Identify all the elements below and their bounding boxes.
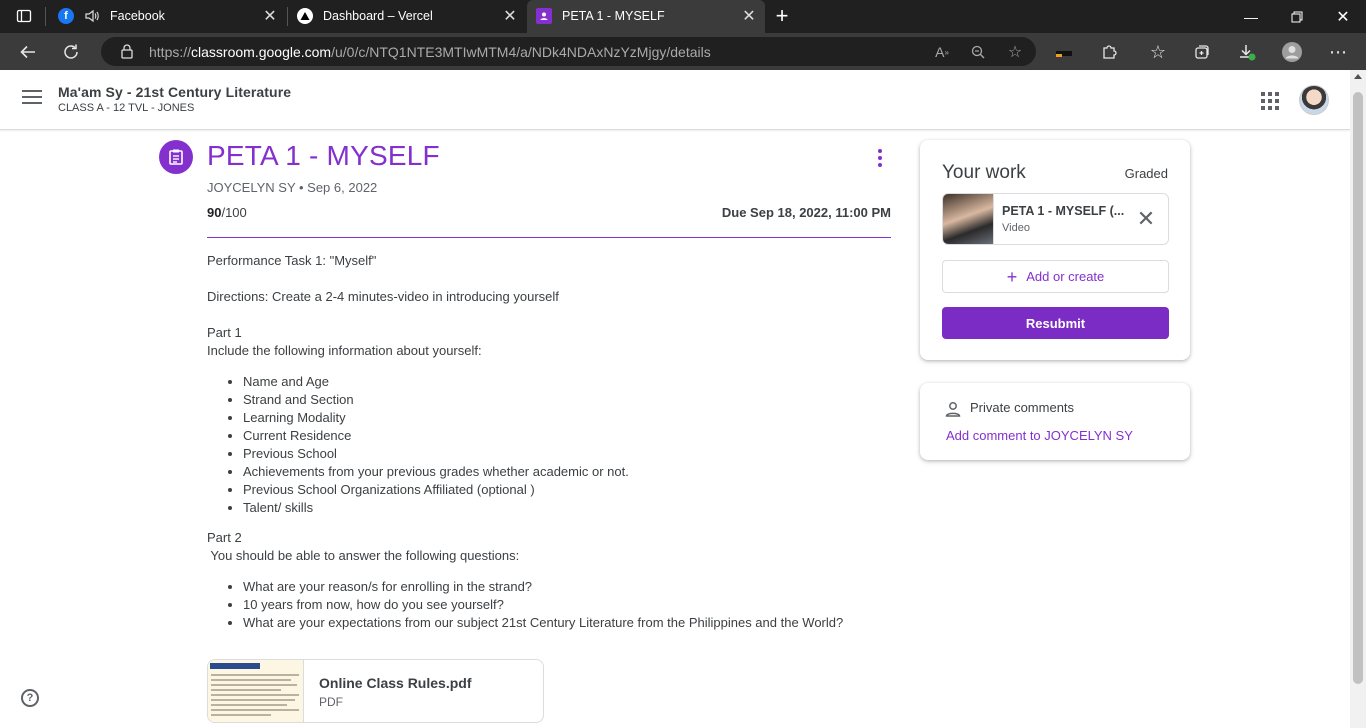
- classroom-icon: [536, 8, 552, 24]
- grade-status: Graded: [1124, 166, 1168, 181]
- address-bar[interactable]: https://classroom.google.com/u/0/c/NTQ1N…: [101, 37, 1036, 66]
- tab-title: Dashboard – Vercel: [323, 9, 433, 23]
- score-value: 90: [207, 205, 222, 220]
- extensions-puzzle-icon[interactable]: [1096, 39, 1122, 65]
- main-menu-icon[interactable]: [22, 90, 42, 110]
- plus-icon: +: [1006, 266, 1018, 287]
- list-item: What are your reason/s for enrolling in …: [243, 578, 897, 596]
- tab-vercel[interactable]: Dashboard – Vercel ✕: [288, 0, 526, 33]
- lock-icon[interactable]: [119, 43, 135, 59]
- part-intro: Include the following information about …: [207, 343, 482, 358]
- your-work-card: Your work Graded PETA 1 - MYSELF (... Vi…: [920, 140, 1190, 360]
- list-item: Previous School Organizations Affiliated…: [243, 481, 897, 499]
- zoom-icon[interactable]: [967, 41, 989, 63]
- speaker-muted-icon[interactable]: [84, 8, 100, 24]
- work-item-name: PETA 1 - MYSELF (...: [1002, 204, 1125, 218]
- collections-icon[interactable]: [1189, 39, 1215, 65]
- downloads-icon[interactable]: [1234, 39, 1260, 65]
- private-comments-card: Private comments Add comment to JOYCELYN…: [920, 383, 1190, 460]
- video-thumbnail: [943, 194, 994, 244]
- account-avatar[interactable]: [1299, 85, 1329, 115]
- tab-peta[interactable]: PETA 1 - MYSELF ✕: [527, 0, 765, 33]
- assignment-description: Performance Task 1: "Myself" Directions:…: [207, 252, 897, 644]
- url-path: /u/0/c/NTQ1NTE3MTIwMTM4/a/NDk4NDAxNzYzMj…: [331, 44, 711, 60]
- close-tab-icon[interactable]: ✕: [260, 6, 280, 26]
- score-total: /100: [221, 205, 247, 220]
- person-icon: [945, 402, 961, 417]
- scroll-up-icon[interactable]: [1354, 74, 1362, 79]
- tab-facebook[interactable]: f Facebook ✕: [50, 0, 286, 33]
- back-icon[interactable]: [15, 39, 41, 65]
- url-host: classroom.google.com: [191, 44, 332, 60]
- list-item: Achievements from your previous grades w…: [243, 463, 897, 481]
- add-favorite-icon[interactable]: ☆: [1004, 41, 1026, 63]
- new-tab-icon[interactable]: +: [769, 3, 795, 29]
- due-date: Due Sep 18, 2022, 11:00 PM: [721, 205, 891, 220]
- part-intro: You should be able to answer the followi…: [207, 548, 520, 563]
- pdf-thumbnail: [208, 660, 304, 722]
- tab-title: PETA 1 - MYSELF: [562, 9, 665, 23]
- attachment-type: PDF: [319, 695, 343, 709]
- minimize-icon[interactable]: —: [1228, 0, 1274, 33]
- part1-list: Name and Age Strand and Section Learning…: [243, 373, 897, 517]
- list-item: Name and Age: [243, 373, 897, 391]
- read-aloud-icon[interactable]: A»: [931, 41, 953, 63]
- vercel-icon: [297, 8, 313, 24]
- assignment-score: 90/100: [207, 205, 247, 220]
- assignment-meta: JOYCELYN SY • Sep 6, 2022: [207, 180, 378, 195]
- attachment-card[interactable]: Online Class Rules.pdf PDF: [207, 659, 544, 723]
- submitted-work-item[interactable]: PETA 1 - MYSELF (... Video ✕: [942, 193, 1169, 245]
- attachment-name: Online Class Rules.pdf: [319, 675, 472, 691]
- list-item: Learning Modality: [243, 409, 897, 427]
- profile-icon[interactable]: [1279, 39, 1305, 65]
- tab-title: Facebook: [110, 9, 165, 23]
- part2-list: What are your reason/s for enrolling in …: [243, 578, 897, 632]
- facebook-icon: f: [58, 8, 74, 24]
- add-or-create-label: Add or create: [1026, 269, 1105, 284]
- description-line: Directions: Create a 2-4 minutes-video i…: [207, 289, 559, 304]
- list-item: Talent/ skills: [243, 499, 897, 517]
- list-item: 10 years from now, how do you see yourse…: [243, 596, 897, 614]
- page-scrollbar[interactable]: [1350, 70, 1366, 728]
- more-options-icon[interactable]: [872, 146, 888, 170]
- settings-more-icon[interactable]: ⋯: [1325, 39, 1351, 65]
- url-scheme: https://: [149, 44, 192, 60]
- list-item: Previous School: [243, 445, 897, 463]
- course-subtitle: CLASS A - 12 TVL - JONES: [58, 102, 195, 114]
- tab-actions-icon[interactable]: [11, 3, 37, 29]
- part-title: Part 1: [207, 325, 242, 340]
- your-work-title: Your work: [942, 162, 1026, 183]
- assignment-title: PETA 1 - MYSELF: [207, 140, 440, 171]
- favorites-icon[interactable]: ☆: [1145, 39, 1171, 65]
- resubmit-button[interactable]: Resubmit: [942, 307, 1169, 339]
- browser-toolbar: https://classroom.google.com/u/0/c/NTQ1N…: [0, 33, 1366, 70]
- work-item-type: Video: [1002, 222, 1030, 234]
- assignment-icon: [159, 140, 193, 174]
- part-title: Part 2: [207, 530, 242, 545]
- restore-icon[interactable]: [1274, 0, 1320, 33]
- url-text[interactable]: https://classroom.google.com/u/0/c/NTQ1N…: [149, 44, 711, 60]
- refresh-icon[interactable]: [58, 39, 84, 65]
- course-title[interactable]: Ma'am Sy - 21st Century Literature: [58, 84, 291, 100]
- google-apps-icon[interactable]: [1261, 92, 1279, 110]
- list-item: What are your expectations from our subj…: [243, 614, 897, 632]
- close-window-icon[interactable]: ✕: [1320, 0, 1366, 33]
- scrollbar-thumb[interactable]: [1353, 92, 1363, 684]
- list-item: Strand and Section: [243, 391, 897, 409]
- classroom-app-bar: Ma'am Sy - 21st Century Literature CLASS…: [0, 70, 1350, 130]
- add-private-comment-link[interactable]: Add comment to JOYCELYN SY: [946, 428, 1133, 443]
- remove-attachment-icon[interactable]: ✕: [1134, 206, 1158, 231]
- close-tab-icon[interactable]: ✕: [500, 6, 520, 26]
- browser-tab-strip: f Facebook ✕ Dashboard – Vercel ✕ PETA 1…: [0, 0, 1366, 33]
- extension-icon[interactable]: [1051, 39, 1077, 65]
- private-comments-title: Private comments: [970, 400, 1075, 415]
- tab-separator: [45, 7, 46, 26]
- description-line: Performance Task 1: "Myself": [207, 253, 377, 268]
- list-item: Current Residence: [243, 427, 897, 445]
- header-divider: [207, 237, 891, 238]
- close-tab-icon[interactable]: ✕: [739, 6, 759, 26]
- add-or-create-button[interactable]: + Add or create: [942, 260, 1169, 293]
- help-icon[interactable]: ?: [21, 689, 39, 707]
